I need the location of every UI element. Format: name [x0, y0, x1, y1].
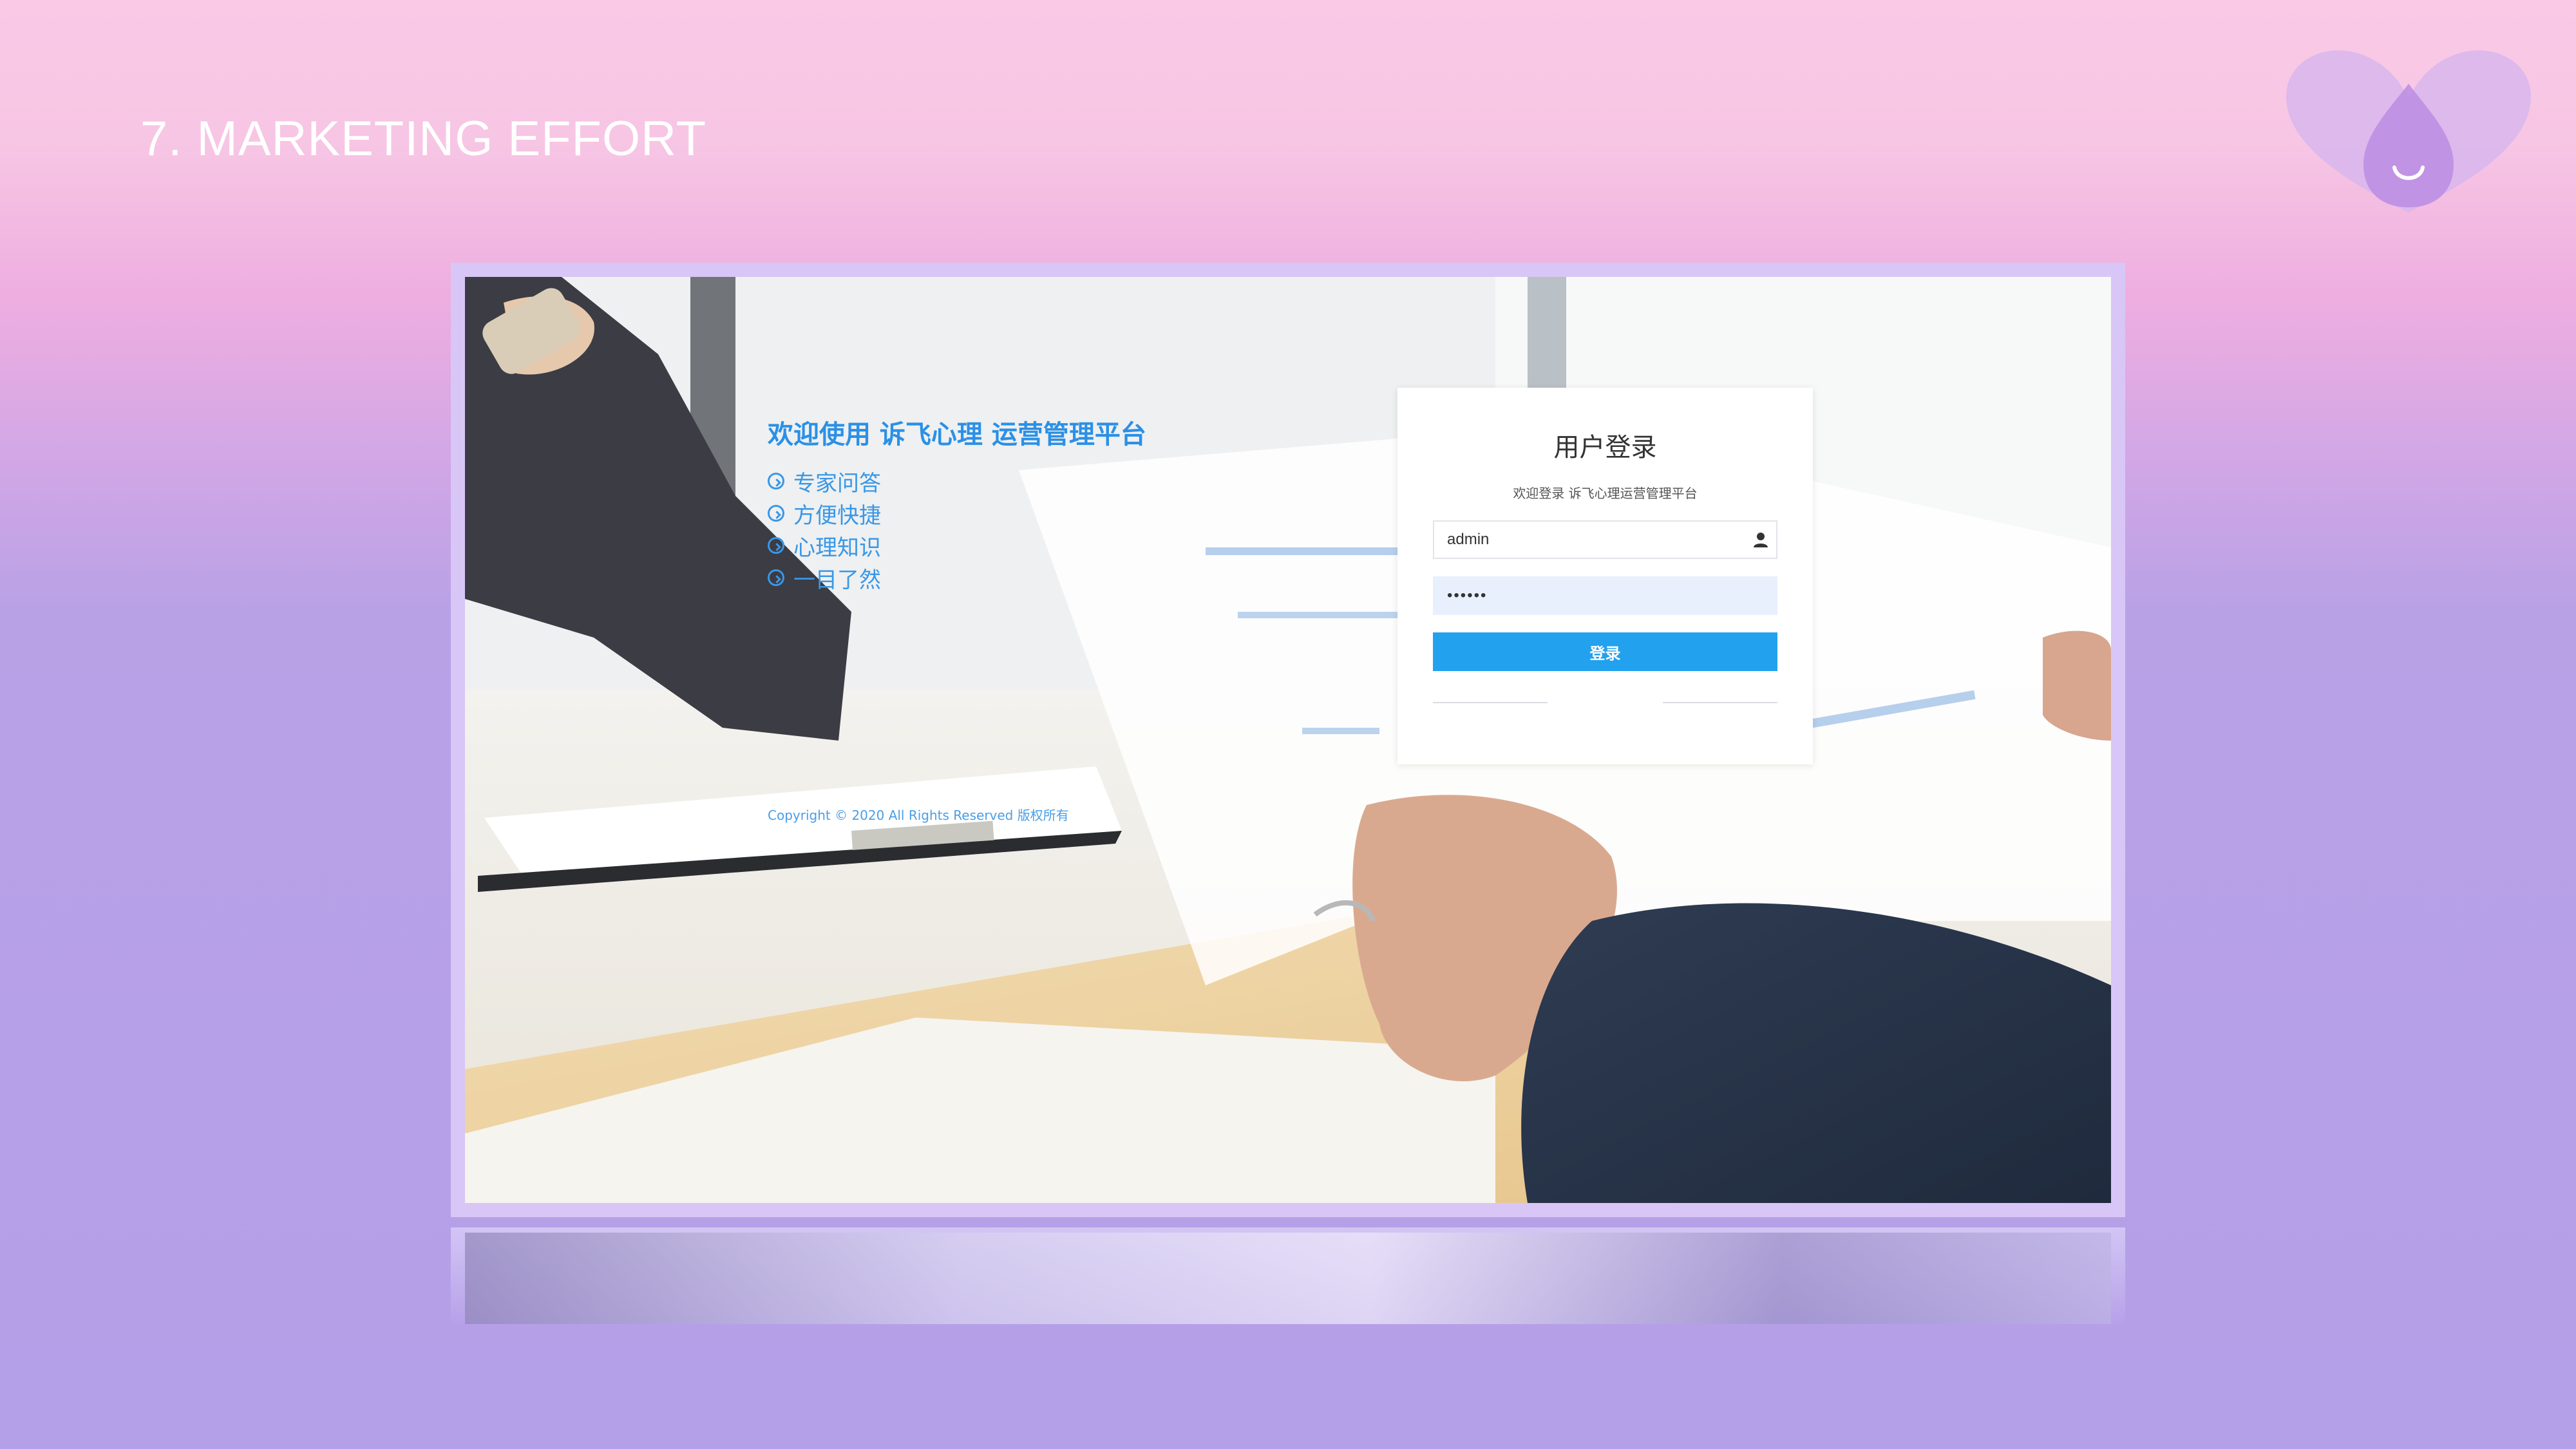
feature-item: 一目了然 [768, 562, 881, 594]
feature-item: 心理知识 [768, 529, 881, 562]
welcome-heading: 欢迎使用 诉飞心理 运营管理平台 [768, 420, 1146, 450]
user-icon [1754, 533, 1768, 547]
screenshot-frame: 欢迎使用 诉飞心理 运营管理平台 专家问答 方便快捷 心理知识 一目了然 Cop… [451, 263, 2125, 1217]
password-input[interactable] [1433, 576, 1777, 615]
divider-left [1433, 702, 1548, 703]
feature-item: 专家问答 [768, 465, 881, 497]
login-card: 用户登录 欢迎登录 诉飞心理运营管理平台 登录 [1397, 388, 1813, 764]
slide-title: 7. MARKETING EFFORT [140, 111, 707, 166]
username-input[interactable] [1433, 520, 1777, 559]
login-button[interactable]: 登录 [1433, 632, 1777, 671]
circle-arrow-right-icon [768, 569, 784, 586]
divider-right [1663, 702, 1777, 703]
heart-drop-smile-icon [2286, 50, 2531, 213]
circle-arrow-right-icon [768, 505, 784, 522]
office-background-photo [465, 277, 2111, 1203]
feature-list: 专家问答 方便快捷 心理知识 一目了然 [768, 465, 881, 594]
login-subtitle: 欢迎登录 诉飞心理运营管理平台 [1513, 486, 1698, 501]
feature-item: 方便快捷 [768, 497, 881, 529]
circle-arrow-right-icon [768, 537, 784, 554]
circle-arrow-right-icon [768, 473, 784, 489]
login-title: 用户登录 [1553, 433, 1657, 462]
login-page-screenshot: 欢迎使用 诉飞心理 运营管理平台 专家问答 方便快捷 心理知识 一目了然 Cop… [465, 277, 2111, 1203]
copyright-text: Copyright © 2020 All Rights Reserved 版权所… [768, 808, 1069, 823]
screenshot-reflection [451, 1227, 2125, 1324]
